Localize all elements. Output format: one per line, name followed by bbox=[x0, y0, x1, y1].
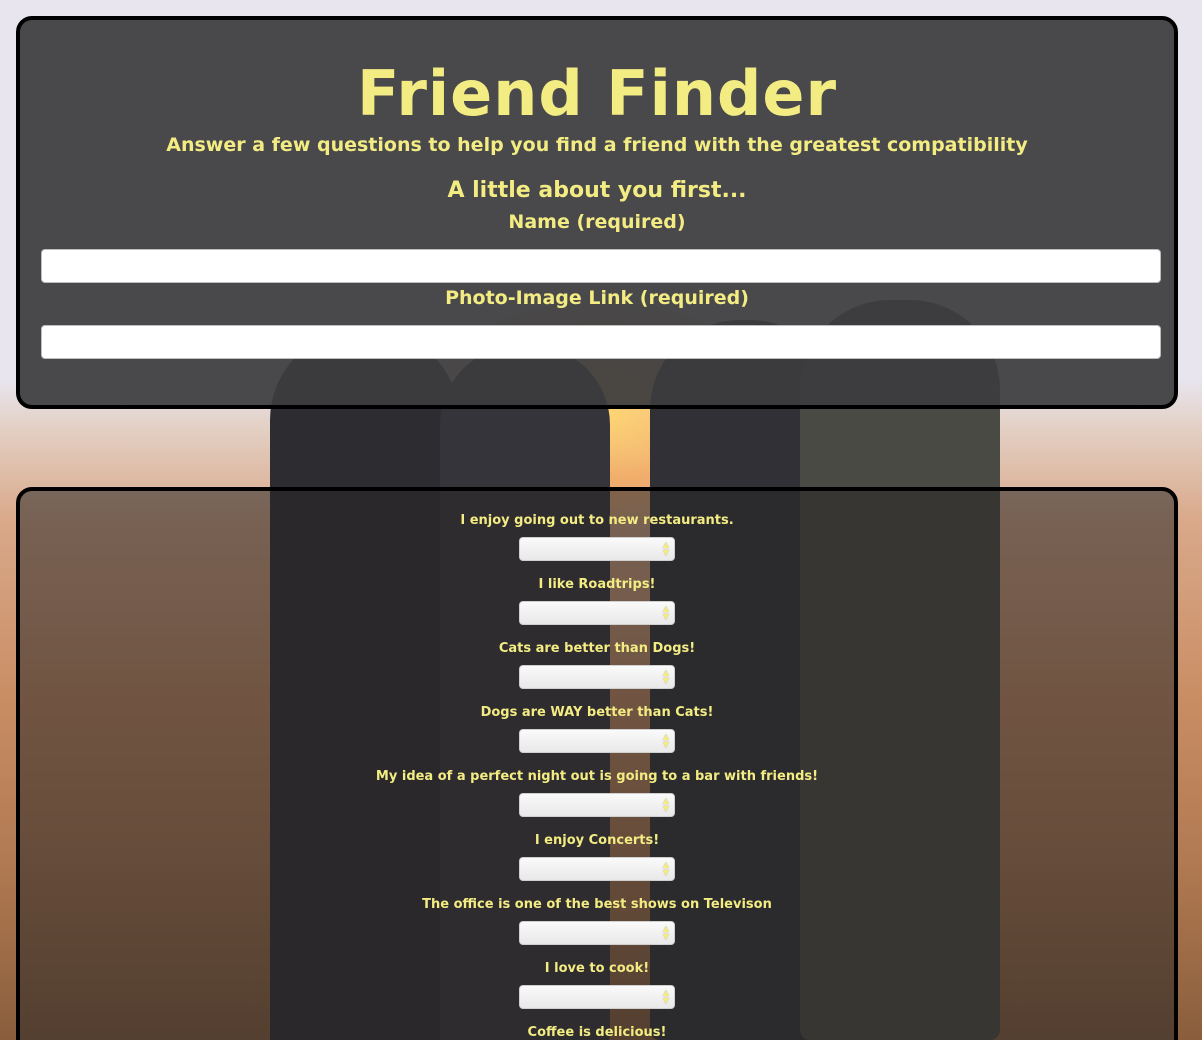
name-label: Name (required) bbox=[508, 211, 686, 233]
question-text: Cats are better than Dogs! bbox=[498, 641, 696, 656]
question-text: I like Roadtrips! bbox=[538, 577, 656, 592]
question-2: I like Roadtrips! ▲ ▼ bbox=[20, 577, 1174, 641]
question-8: I love to cook! ▲ ▼ bbox=[20, 961, 1174, 1025]
question-5: My idea of a perfect night out is going … bbox=[20, 769, 1174, 833]
page-title: Friend Finder bbox=[356, 57, 838, 130]
question-7: The office is one of the best shows on T… bbox=[20, 897, 1174, 961]
name-input[interactable] bbox=[41, 249, 1161, 283]
chevron-up-down-icon: ▲ ▼ bbox=[662, 732, 669, 749]
question-1-select[interactable]: ▲ ▼ bbox=[519, 537, 675, 561]
question-text: Coffee is delicious! bbox=[527, 1025, 667, 1040]
intro-panel: Friend Finder Answer a few questions to … bbox=[16, 16, 1178, 409]
chevron-up-down-icon: ▲ ▼ bbox=[662, 540, 669, 557]
question-text: Dogs are WAY better than Cats! bbox=[480, 705, 714, 720]
question-4-select[interactable]: ▲ ▼ bbox=[519, 729, 675, 753]
question-4: Dogs are WAY better than Cats! ▲ ▼ bbox=[20, 705, 1174, 769]
question-9: Coffee is delicious! bbox=[20, 1025, 1174, 1040]
chevron-up-down-icon: ▲ ▼ bbox=[662, 988, 669, 1005]
question-text: My idea of a perfect night out is going … bbox=[375, 769, 819, 784]
question-5-select[interactable]: ▲ ▼ bbox=[519, 793, 675, 817]
question-6: I enjoy Concerts! ▲ ▼ bbox=[20, 833, 1174, 897]
chevron-up-down-icon: ▲ ▼ bbox=[662, 796, 669, 813]
chevron-up-down-icon: ▲ ▼ bbox=[662, 860, 669, 877]
question-8-select[interactable]: ▲ ▼ bbox=[519, 985, 675, 1009]
question-6-select[interactable]: ▲ ▼ bbox=[519, 857, 675, 881]
page-subtitle: Answer a few questions to help you find … bbox=[166, 134, 1028, 156]
chevron-up-down-icon: ▲ ▼ bbox=[662, 924, 669, 941]
chevron-up-down-icon: ▲ ▼ bbox=[662, 604, 669, 621]
question-1: I enjoy going out to new restaurants. ▲ ▼ bbox=[20, 513, 1174, 577]
about-heading: A little about you first... bbox=[447, 178, 747, 203]
question-3: Cats are better than Dogs! ▲ ▼ bbox=[20, 641, 1174, 705]
question-text: I enjoy Concerts! bbox=[534, 833, 660, 848]
question-text: I love to cook! bbox=[544, 961, 650, 976]
question-text: I enjoy going out to new restaurants. bbox=[460, 513, 734, 528]
chevron-up-down-icon: ▲ ▼ bbox=[662, 668, 669, 685]
question-3-select[interactable]: ▲ ▼ bbox=[519, 665, 675, 689]
photo-link-input[interactable] bbox=[41, 325, 1161, 359]
question-7-select[interactable]: ▲ ▼ bbox=[519, 921, 675, 945]
question-text: The office is one of the best shows on T… bbox=[422, 897, 772, 912]
survey-panel: I enjoy going out to new restaurants. ▲ ▼… bbox=[16, 487, 1178, 1040]
question-2-select[interactable]: ▲ ▼ bbox=[519, 601, 675, 625]
photo-link-label: Photo-Image Link (required) bbox=[445, 287, 749, 309]
